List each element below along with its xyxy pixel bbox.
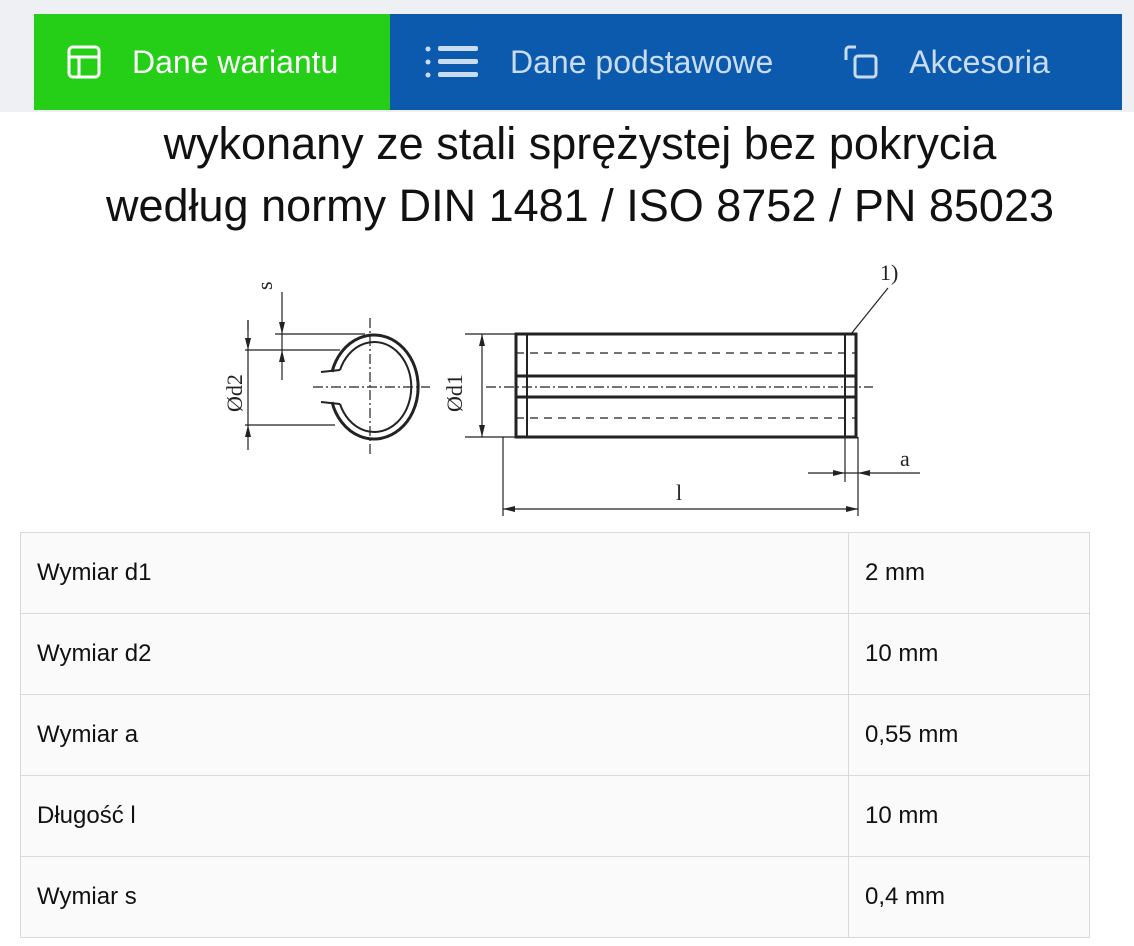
copy-icon: [844, 45, 878, 79]
spec-value: 0,55 mm: [848, 694, 1090, 776]
tab-label: Akcesoria: [909, 43, 1050, 80]
tab-label: Dane podstawowe: [510, 43, 774, 80]
layout-icon: [67, 45, 101, 79]
spec-label: Wymiar d2: [20, 613, 849, 695]
table-row: Wymiar d2 10 mm: [20, 613, 1090, 695]
label-s: s: [252, 281, 277, 290]
tab-label: Dane wariantu: [132, 43, 339, 80]
tab-bar: Dane wariantu Dane podstawowe Akcesoria: [34, 14, 1122, 110]
spec-value: 0,4 mm: [848, 856, 1090, 938]
table-row: Wymiar s 0,4 mm: [20, 856, 1090, 938]
tab-dane-podstawowe[interactable]: Dane podstawowe: [390, 14, 773, 110]
spec-value: 10 mm: [848, 775, 1090, 857]
list-icon: [425, 46, 478, 78]
spring-pin-drawing: s Ød2 Ød1 1) a l: [222, 260, 920, 516]
table-row: Wymiar d1 2 mm: [20, 532, 1090, 614]
tab-dane-wariantu[interactable]: Dane wariantu: [34, 14, 390, 110]
spec-value: 2 mm: [848, 532, 1090, 614]
spec-label: Wymiar s: [20, 856, 849, 938]
spec-label: Wymiar a: [20, 694, 849, 776]
label-note: 1): [880, 260, 898, 285]
table-row: Wymiar a 0,55 mm: [20, 694, 1090, 776]
tab-akcesoria[interactable]: Akcesoria: [773, 14, 1050, 110]
label-l: l: [676, 480, 682, 505]
label-d2: Ød2: [222, 374, 247, 412]
label-d1: Ød1: [442, 374, 467, 412]
spec-label: Wymiar d1: [20, 532, 849, 614]
heading-line-2: według normy DIN 1481 / ISO 8752 / PN 85…: [105, 180, 1055, 231]
label-a: a: [900, 446, 910, 471]
spec-label: Długość l: [20, 775, 849, 857]
heading-line-1: wykonany ze stali sprężystej bez pokryci…: [163, 118, 997, 169]
table-row: Długość l 10 mm: [20, 775, 1090, 857]
spec-table: Wymiar d1 2 mm Wymiar d2 10 mm Wymiar a 0,5…: [20, 532, 1090, 938]
spec-value: 10 mm: [848, 613, 1090, 695]
